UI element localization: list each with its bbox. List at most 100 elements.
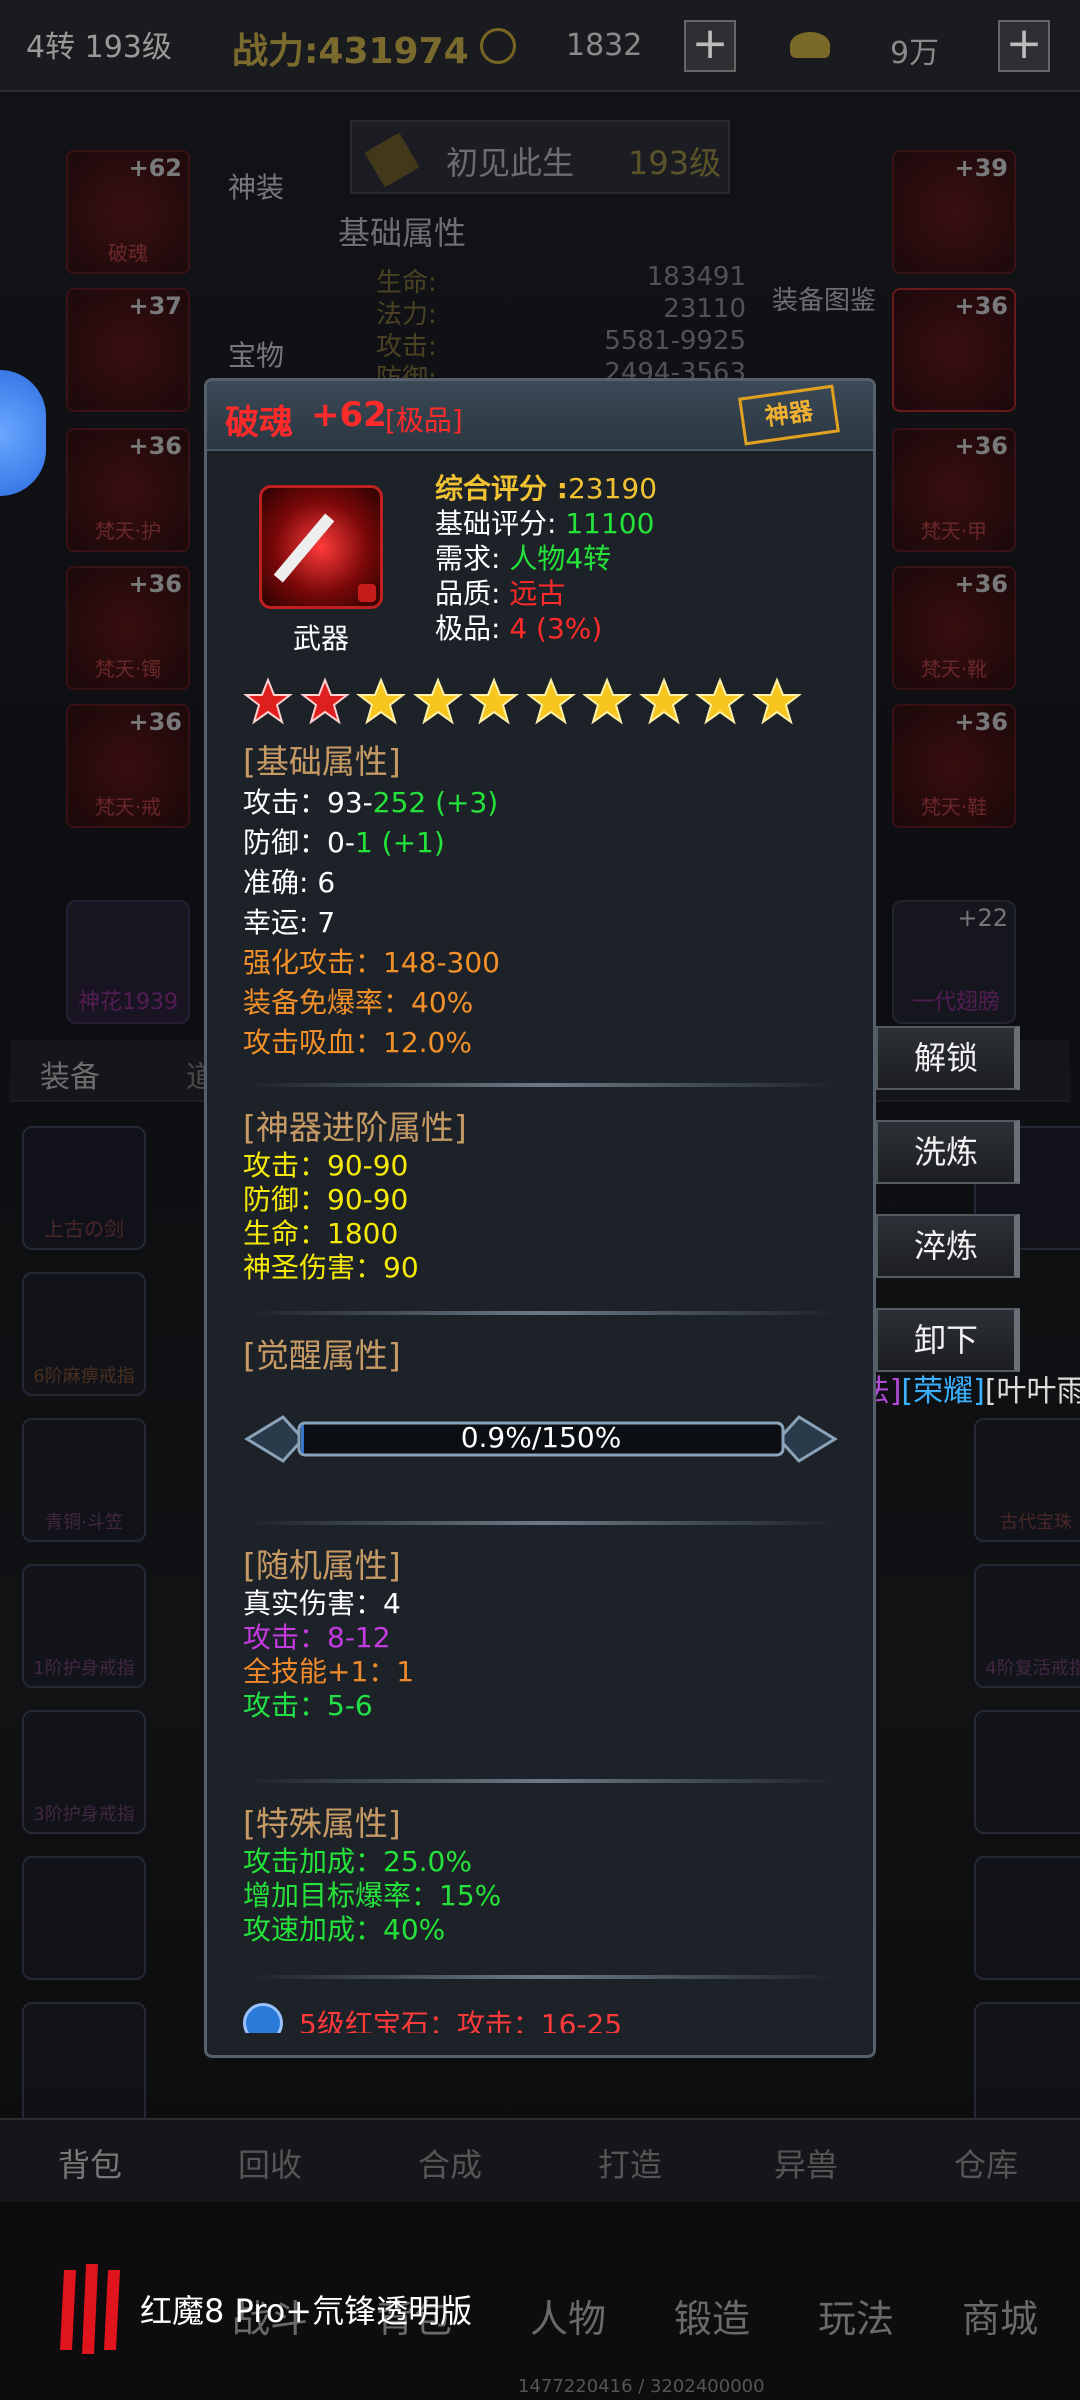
- artifact-attributes: [神器进阶属性] 攻击：90-90 防御：90-90 生命：1800 神圣伤害：…: [243, 1101, 843, 1285]
- nav-forge[interactable]: 锻造: [652, 2288, 772, 2343]
- slot-name: 神花1939: [78, 990, 178, 1015]
- stat-value: 23110: [663, 294, 746, 324]
- bag-item[interactable]: 6阶麻痹戒指: [22, 1272, 146, 1396]
- bag-tab-equipment[interactable]: 装备: [40, 1052, 100, 1096]
- equipment-gallery-link[interactable]: 装备图鉴: [772, 280, 876, 317]
- weapon-icon: [273, 513, 335, 583]
- random-attr-line: 全技能+1：1: [243, 1655, 415, 1688]
- item-grade: [极品]: [385, 404, 463, 437]
- slot-name: 破魂: [108, 241, 148, 265]
- divider: [247, 1521, 837, 1525]
- item-icon: [259, 485, 383, 609]
- add-currency-button[interactable]: +: [684, 20, 736, 72]
- attr-value: 7: [317, 906, 336, 939]
- lock-icon: [358, 584, 376, 602]
- tab-recycle[interactable]: 回收: [220, 2140, 320, 2186]
- coin-icon: [480, 28, 516, 64]
- red-star-icon: [243, 677, 293, 725]
- attr-bonus: 1 (+1): [354, 826, 445, 859]
- equip-slot[interactable]: +36 梵天·镯: [66, 566, 190, 690]
- divine-flower-slot[interactable]: 神花1939: [66, 900, 190, 1024]
- equip-slot[interactable]: +36 梵天·鞋: [892, 704, 1016, 828]
- chat-player-name: [叶叶雨: [984, 1374, 1080, 1409]
- bag-item[interactable]: 上古の剑: [22, 1126, 146, 1250]
- gold-star-icon: [638, 677, 689, 725]
- footer-number: 1477220416 / 3202400000: [518, 2376, 765, 2397]
- gem-icon: [243, 2003, 283, 2033]
- equip-slot[interactable]: +36 梵天·甲: [892, 428, 1016, 552]
- divider: [247, 1975, 837, 1979]
- red-star-icon: [299, 677, 350, 725]
- gold-star-icon: [469, 677, 519, 725]
- combat-power: 战力:431974: [232, 31, 469, 72]
- item-name: 破魂: [225, 403, 293, 443]
- bag-item[interactable]: [22, 1856, 146, 1980]
- item-enhance-level: +62: [311, 395, 387, 435]
- awaken-progress: 0.9%/150%: [243, 1399, 839, 1479]
- ingot-icon: [790, 32, 830, 58]
- brand-logo-icon: [56, 2260, 126, 2360]
- tab-synthesize[interactable]: 合成: [400, 2140, 500, 2186]
- attr-key: 幸运:: [243, 906, 318, 939]
- artifact-line: 神圣伤害：90: [243, 1251, 419, 1284]
- bag-item-name: 上古の剑: [44, 1217, 124, 1241]
- bag-item[interactable]: [22, 2002, 146, 2126]
- bag-item[interactable]: 古代宝珠: [974, 1418, 1080, 1542]
- character-level: 193级: [628, 144, 722, 182]
- bag-item[interactable]: [974, 2002, 1080, 2126]
- equip-slot[interactable]: +37: [66, 288, 190, 412]
- divider: [247, 1083, 837, 1087]
- floating-assistant-button[interactable]: [0, 370, 46, 496]
- equip-slot[interactable]: +36 梵天·戒: [66, 704, 190, 828]
- slot-level: +36: [954, 708, 1008, 736]
- slot-level: +62: [128, 154, 182, 182]
- add-ingot-button[interactable]: +: [998, 20, 1050, 72]
- slot-name: 梵天·甲: [920, 519, 988, 543]
- equip-slot[interactable]: +36 梵天·靴: [892, 566, 1016, 690]
- attr-luck: 幸运: 7: [243, 903, 843, 943]
- wings-slot[interactable]: +22 一代翅膀: [892, 900, 1016, 1024]
- tab-treasure[interactable]: 宝物: [228, 334, 284, 374]
- temper-button[interactable]: 淬炼: [876, 1214, 1020, 1278]
- artifact-line: 攻击：90-90: [243, 1149, 409, 1182]
- score-value: 23190: [567, 472, 658, 505]
- score-label: 综合评分 :: [435, 472, 568, 505]
- tab-shenzhuang[interactable]: 神装: [228, 166, 284, 206]
- unlock-button[interactable]: 解锁: [876, 1026, 1020, 1090]
- bag-item[interactable]: 1阶护身戒指: [22, 1564, 146, 1688]
- equip-slot[interactable]: +36 梵天·护: [66, 428, 190, 552]
- attr-bonus: 252 (+3): [372, 786, 499, 819]
- slot-level: +22: [957, 904, 1008, 932]
- attr-enhanced-attack: 强化攻击：148-300: [243, 946, 500, 979]
- random-attr-title: [随机属性]: [243, 1546, 401, 1585]
- currency-amount-1: 1832: [566, 28, 643, 63]
- attr-accuracy: 准确: 6: [243, 863, 843, 903]
- bag-item-name: 青铜·斗笠: [45, 1512, 123, 1533]
- nav-shop[interactable]: 商城: [940, 2288, 1060, 2343]
- equip-slot[interactable]: +39: [892, 150, 1016, 274]
- bag-item[interactable]: 青铜·斗笠: [22, 1418, 146, 1542]
- basic-attributes: [基础属性] 攻击：93-252 (+3) 防御：0-1 (+1) 准确: 6 …: [243, 735, 843, 1063]
- progress-text: 0.9%/150%: [460, 1421, 622, 1454]
- tab-beast[interactable]: 异兽: [756, 2140, 856, 2186]
- unequip-button[interactable]: 卸下: [876, 1308, 1020, 1372]
- bag-item[interactable]: [974, 1856, 1080, 1980]
- refine-button[interactable]: 洗炼: [876, 1120, 1020, 1184]
- character-name: 初见此生: [446, 144, 575, 182]
- nav-character[interactable]: 人物: [508, 2288, 628, 2343]
- equip-slot[interactable]: +36: [892, 288, 1016, 412]
- attr-drop-immunity: 装备免爆率：40%: [243, 986, 474, 1019]
- bag-item[interactable]: [974, 1710, 1080, 1834]
- tab-warehouse[interactable]: 仓库: [936, 2140, 1036, 2186]
- nav-play[interactable]: 玩法: [796, 2288, 916, 2343]
- tab-forge[interactable]: 打造: [580, 2140, 680, 2186]
- slot-level: +36: [128, 708, 182, 736]
- slot-level: +36: [954, 570, 1008, 598]
- slot-level: +39: [954, 154, 1008, 182]
- stat-value: 183491: [646, 262, 746, 292]
- tab-bag[interactable]: 背包: [40, 2140, 140, 2186]
- bag-item[interactable]: 4阶复活戒指: [974, 1564, 1080, 1688]
- bag-item[interactable]: 3阶护身戒指: [22, 1710, 146, 1834]
- stat-value: 5581-9925: [604, 326, 746, 356]
- equip-slot[interactable]: +62 破魂: [66, 150, 190, 274]
